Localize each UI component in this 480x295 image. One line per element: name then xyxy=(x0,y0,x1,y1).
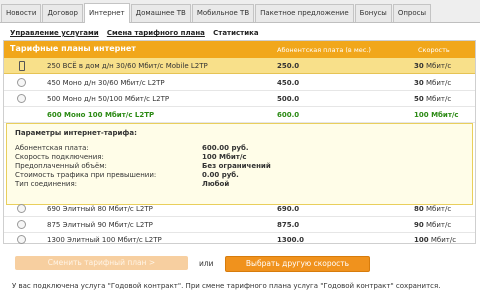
link-statistics[interactable]: Статистика xyxy=(213,29,258,37)
param-label: Тип соединения: xyxy=(15,180,78,188)
table-row[interactable]: 250 ВСЁ в дом д/н 30/60 Мбит/с Mobile L2… xyxy=(4,58,475,74)
param-value: 600.00 руб. xyxy=(202,144,249,152)
table-row[interactable]: 875 Элитный 90 Мбит/с L2TP 875.0 90 Мбит… xyxy=(4,217,475,233)
radio-button[interactable] xyxy=(17,78,26,87)
header-fee: Абонентская плата (в мес.) xyxy=(277,46,371,54)
tariff-name: 600 Моно 100 Мбит/с L2TP xyxy=(47,111,155,119)
radio-button[interactable] xyxy=(17,235,26,244)
tariff-panel: Тарифные планы интернет Абонентская плат… xyxy=(3,40,476,244)
tariff-speed: 30 Мбит/с xyxy=(414,62,451,70)
tariff-name: 250 ВСЁ в дом д/н 30/60 Мбит/с Mobile L2… xyxy=(47,62,208,70)
table-row[interactable]: 690 Элитный 80 Мбит/с L2TP 690.0 80 Мбит… xyxy=(4,201,475,217)
speed-value: 30 xyxy=(414,79,424,87)
speed-unit: Мбит/с xyxy=(425,221,452,229)
tariff-name: 1300 Элитный 100 Мбит/с L2TP xyxy=(47,236,162,244)
tariff-speed: 50 Мбит/с xyxy=(414,95,451,103)
tariff-price: 450.0 xyxy=(277,79,300,87)
table-row-current[interactable]: 600 Моно 100 Мбит/с L2TP 600.0 100 Мбит/… xyxy=(4,107,475,123)
parameters-title: Параметры интернет-тарифа: xyxy=(15,129,137,137)
speed-value: 100 xyxy=(414,236,429,244)
param-value: Любой xyxy=(202,180,230,188)
header-speed: Скорость xyxy=(418,46,450,54)
sub-navigation: Управление услугами Смена тарифного план… xyxy=(10,29,265,39)
speed-unit: Мбит/с xyxy=(425,79,452,87)
param-value: Без ограничений xyxy=(202,162,271,170)
header-plans: Тарифные планы интернет xyxy=(10,44,136,53)
speed-value: 80 xyxy=(414,205,424,213)
speed-unit: Мбит/с xyxy=(431,111,459,119)
param-label: Стоимость трафика при превышении: xyxy=(15,171,157,179)
table-row[interactable]: 500 Моно д/н 50/100 Мбит/с L2TP 500.0 50… xyxy=(4,91,475,107)
speed-unit: Мбит/с xyxy=(425,95,452,103)
speed-unit: Мбит/с xyxy=(430,236,457,244)
tariff-price: 250.0 xyxy=(277,62,300,70)
speed-value: 50 xyxy=(414,95,424,103)
mobile-phone-icon xyxy=(19,61,25,71)
tab-home-tv[interactable]: Домашнее ТВ xyxy=(130,4,191,22)
table-header: Тарифные планы интернет Абонентская плат… xyxy=(4,41,475,58)
tariff-price: 875.0 xyxy=(277,221,300,229)
param-value: 0.00 руб. xyxy=(202,171,239,179)
tariff-speed: 80 Мбит/с xyxy=(414,205,451,213)
tariff-speed: 100 Мбит/с xyxy=(414,236,456,244)
tariff-parameters: Параметры интернет-тарифа: Абонентская п… xyxy=(6,123,473,205)
radio-button[interactable] xyxy=(17,220,26,229)
radio-button[interactable] xyxy=(17,204,26,213)
tab-bar: Новости Договор Интернет Домашнее ТВ Моб… xyxy=(0,0,480,23)
tab-contract[interactable]: Договор xyxy=(42,4,84,22)
tariff-name: 875 Элитный 90 Мбит/с L2TP xyxy=(47,221,153,229)
choose-other-speed-button[interactable]: Выбрать другую скорость xyxy=(225,256,370,272)
tariff-name: 500 Моно д/н 50/100 Мбит/с L2TP xyxy=(47,95,170,103)
tariff-name: 450 Моно д/н 30/60 Мбит/с L2TP xyxy=(47,79,165,87)
link-manage-services[interactable]: Управление услугами xyxy=(10,29,99,37)
speed-unit: Мбит/с xyxy=(425,205,452,213)
tariff-price: 690.0 xyxy=(277,205,300,213)
tariff-speed: 100 Мбит/с xyxy=(414,111,459,119)
link-change-tariff[interactable]: Смена тарифного плана xyxy=(107,29,205,37)
tariff-speed: 90 Мбит/с xyxy=(414,221,451,229)
tariff-price: 1300.0 xyxy=(277,236,305,244)
table-row[interactable]: 450 Моно д/н 30/60 Мбит/с L2TP 450.0 30 … xyxy=(4,75,475,91)
tariff-speed: 30 Мбит/с xyxy=(414,79,451,87)
param-label: Скорость подключения: xyxy=(15,153,104,161)
tariff-price: 500.0 xyxy=(277,95,300,103)
param-label: Предоплаченный объём: xyxy=(15,162,107,170)
or-label: или xyxy=(199,259,214,268)
internet-tariff-page: Новости Договор Интернет Домашнее ТВ Моб… xyxy=(0,0,480,295)
tab-bonuses[interactable]: Бонусы xyxy=(354,4,392,22)
tab-mobile-tv[interactable]: Мобильное ТВ xyxy=(191,4,255,22)
tab-news[interactable]: Новости xyxy=(1,4,42,22)
radio-button[interactable] xyxy=(17,94,26,103)
tab-package-offer[interactable]: Пакетное предложение xyxy=(255,4,354,22)
tab-internet[interactable]: Интернет xyxy=(84,3,130,23)
tariff-name: 690 Элитный 80 Мбит/с L2TP xyxy=(47,205,153,213)
param-label: Абонентская плата: xyxy=(15,144,89,152)
speed-value: 30 xyxy=(414,62,424,70)
table-row[interactable]: 1300 Элитный 100 Мбит/с L2TP 1300.0 100 … xyxy=(4,232,475,247)
speed-unit: Мбит/с xyxy=(425,62,452,70)
param-value: 100 Мбит/с xyxy=(202,153,247,161)
tariff-price: 600.0 xyxy=(277,111,300,119)
contract-notice: У вас подключена услуга "Годовой контрак… xyxy=(12,282,441,290)
tab-polls[interactable]: Опросы xyxy=(392,4,432,22)
change-tariff-button[interactable]: Сменить тарифный план > xyxy=(15,256,188,270)
speed-value: 100 xyxy=(414,111,429,119)
speed-value: 90 xyxy=(414,221,424,229)
